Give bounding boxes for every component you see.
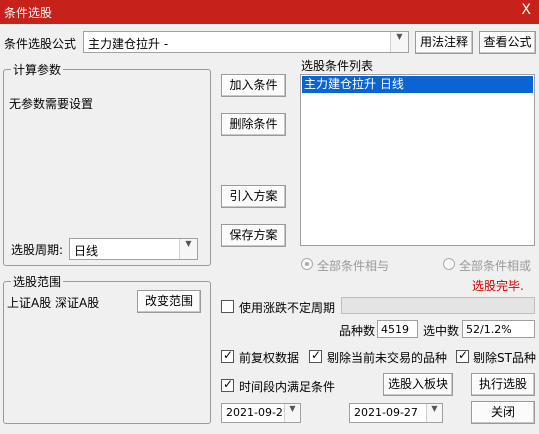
period-value: 日线: [74, 244, 99, 258]
execute-button[interactable]: 执行选股: [471, 373, 535, 396]
view-formula-button[interactable]: 查看公式: [479, 31, 536, 54]
change-scope-button[interactable]: 改变范围: [137, 290, 201, 313]
window-title: 条件选股: [4, 6, 53, 20]
chevron-down-icon[interactable]: ▼: [179, 239, 197, 259]
formula-label: 条件选股公式: [4, 37, 77, 51]
and-radio[interactable]: [301, 258, 313, 270]
add-condition-button[interactable]: 加入条件: [221, 74, 286, 97]
or-radio[interactable]: [443, 258, 455, 270]
import-scheme-button[interactable]: 引入方案: [221, 185, 286, 208]
params-title: 计算参数: [11, 61, 64, 78]
forward-adjust-checkbox[interactable]: [221, 348, 234, 363]
uncertain-period-label: 使用涨跌不定周期: [239, 301, 336, 315]
start-date-value: 2021-09-27: [226, 406, 290, 419]
period-label: 选股周期:: [11, 243, 64, 257]
timerange-label: 时间段内满足条件: [239, 380, 336, 394]
delete-condition-button[interactable]: 删除条件: [221, 113, 286, 136]
list-item[interactable]: 主力建仓拉升 日线: [302, 76, 533, 93]
close-icon[interactable]: X: [521, 2, 531, 18]
uncertain-period-checkbox[interactable]: [221, 300, 234, 313]
usage-notes-button[interactable]: 用法注释: [415, 31, 473, 54]
selected-value: 52/1.2%: [462, 320, 535, 338]
formula-select[interactable]: 主力建仓拉升 - ▼: [83, 31, 409, 53]
to-board-button[interactable]: 选股入板块: [383, 373, 453, 396]
period-input-disabled: [341, 297, 535, 314]
chevron-down-icon[interactable]: ▼: [426, 404, 442, 422]
exclude-untraded-checkbox[interactable]: [309, 348, 322, 363]
exclude-untraded-label: 剔除当前未交易的品种: [327, 351, 448, 365]
chevron-down-icon[interactable]: ▼: [284, 404, 300, 422]
forward-adjust-label: 前复权数据: [239, 351, 300, 365]
formula-value: 主力建仓拉升 -: [88, 37, 169, 51]
end-date-picker[interactable]: 2021-09-27 ▼: [349, 403, 443, 423]
status-text: 选股完毕.: [472, 279, 524, 293]
selected-label: 选中数: [423, 324, 460, 338]
condition-list-title: 选股条件列表: [301, 59, 374, 73]
chevron-down-icon[interactable]: ▼: [390, 32, 408, 52]
exclude-st-label: 剔除ST品种: [473, 351, 536, 365]
close-button[interactable]: 关闭: [471, 401, 535, 424]
or-label: 全部条件相或: [459, 259, 532, 273]
count-value: 4519: [377, 320, 418, 338]
timerange-checkbox[interactable]: [221, 377, 234, 392]
scope-text: 上证A股 深证A股: [7, 296, 100, 310]
condition-list[interactable]: 主力建仓拉升 日线: [300, 74, 535, 246]
count-label: 品种数: [339, 324, 376, 338]
and-label: 全部条件相与: [317, 259, 390, 273]
start-date-picker[interactable]: 2021-09-27 ▼: [221, 403, 301, 423]
params-text: 无参数需要设置: [9, 97, 94, 111]
title-bar: 条件选股 X: [0, 0, 539, 24]
save-scheme-button[interactable]: 保存方案: [221, 224, 286, 247]
scope-title: 选股范围: [11, 273, 64, 290]
exclude-st-checkbox[interactable]: [456, 348, 469, 363]
end-date-value: 2021-09-27: [354, 406, 418, 419]
period-select[interactable]: 日线 ▼: [69, 238, 198, 260]
